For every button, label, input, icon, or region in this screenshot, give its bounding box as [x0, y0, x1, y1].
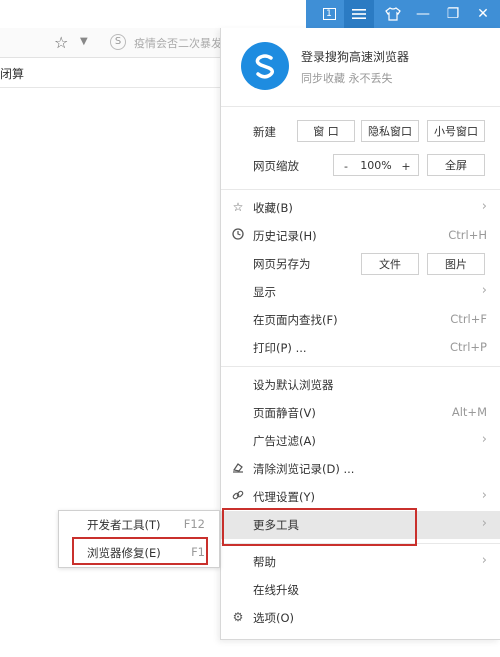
- title-bar: 1 — ❐ ✕: [0, 0, 500, 28]
- menu-item-favorites[interactable]: ☆ 收藏(B) ›: [221, 194, 500, 222]
- chevron-right-icon: ›: [481, 432, 487, 447]
- menu-item-label: 设为默认浏览器: [253, 378, 334, 392]
- chevron-right-icon: ›: [481, 283, 487, 298]
- zoom-label: 网页缩放: [253, 159, 299, 173]
- zoom-in-button[interactable]: +: [394, 155, 418, 177]
- shortcut-text: Alt+M: [451, 405, 487, 419]
- skin-button[interactable]: [378, 0, 408, 28]
- save-as-file-button[interactable]: 文件: [361, 253, 419, 275]
- menu-item-label: 历史记录(H): [253, 229, 317, 243]
- shortcut-text: Ctrl+H: [448, 228, 487, 242]
- menu-item-default-browser[interactable]: 设为默认浏览器: [221, 371, 500, 399]
- address-bar: ☆ ▼ S 疫情会否二次暴发: [0, 28, 222, 58]
- login-title[interactable]: 登录搜狗高速浏览器: [301, 48, 409, 65]
- tab-count-icon: 1: [322, 8, 336, 20]
- menu-item-label: 页面静音(V): [253, 406, 316, 420]
- shortcut-text: Ctrl+P: [449, 340, 487, 354]
- menu-item-label: 在页面内查找(F): [253, 313, 338, 327]
- small-window-button[interactable]: 小号窗口: [427, 120, 485, 142]
- bookmark-star-icon[interactable]: ☆: [54, 33, 68, 52]
- menu-item-label: 网页另存为: [253, 257, 311, 271]
- shirt-icon: [385, 7, 401, 21]
- star-icon: ☆: [232, 200, 244, 214]
- bookmark-item[interactable]: 闭算: [0, 65, 24, 82]
- menu-item-history[interactable]: 历史记录(H) Ctrl+H: [221, 222, 500, 250]
- main-menu: 登录搜狗高速浏览器 同步收藏 永不丢失 新建 窗 口 隐私窗口 小号窗口 网页缩…: [220, 28, 500, 640]
- zoom-control: - 100% +: [333, 154, 419, 176]
- menu-item-options[interactable]: ⚙ 选项(O): [221, 604, 500, 632]
- shortcut-text: Ctrl+F: [450, 312, 487, 326]
- divider: [221, 366, 500, 367]
- chevron-right-icon: ›: [481, 516, 487, 531]
- hamburger-icon: [352, 9, 366, 19]
- menu-item-upgrade[interactable]: 在线升级: [221, 576, 500, 604]
- menu-item-label: 代理设置(Y): [253, 490, 315, 504]
- chevron-right-icon: ›: [481, 553, 487, 568]
- new-window-button[interactable]: 窗 口: [297, 120, 355, 142]
- menu-item-label: 打印(P) ...: [253, 341, 307, 355]
- menu-item-find[interactable]: 在页面内查找(F) Ctrl+F: [221, 306, 500, 334]
- login-subtitle: 同步收藏 永不丢失: [301, 72, 393, 85]
- chevron-right-icon: ›: [481, 199, 487, 214]
- zoom-value: 100%: [360, 158, 392, 172]
- minimize-button[interactable]: —: [408, 0, 438, 28]
- restore-button[interactable]: ❐: [438, 0, 468, 28]
- menu-button[interactable]: [344, 0, 374, 28]
- bookmark-bar: 闭算: [0, 58, 220, 88]
- login-section[interactable]: 登录搜狗高速浏览器 同步收藏 永不丢失: [221, 28, 500, 106]
- menu-item-label: 收藏(B): [253, 201, 293, 215]
- close-icon: ✕: [477, 6, 489, 22]
- divider: [221, 106, 500, 107]
- divider: [221, 189, 500, 190]
- menu-item-label: 选项(O): [253, 611, 295, 625]
- tab-count-button[interactable]: 1: [314, 0, 344, 28]
- menu-item-print[interactable]: 打印(P) ... Ctrl+P: [221, 334, 500, 362]
- sogou-search-icon[interactable]: S: [110, 34, 126, 50]
- menu-item-save-as: 网页另存为 文件 图片: [221, 250, 500, 278]
- menu-item-label: 显示: [253, 285, 276, 299]
- menu-item-ad-filter[interactable]: 广告过滤(A) ›: [221, 427, 500, 455]
- submenu-item-label: 开发者工具(T): [87, 518, 161, 532]
- menu-item-label: 清除浏览记录(D) ...: [253, 462, 355, 476]
- restore-icon: ❐: [446, 6, 460, 22]
- window-controls-strip: 1 — ❐ ✕: [306, 0, 500, 28]
- gear-icon: ⚙: [232, 610, 244, 624]
- chevron-right-icon: ›: [481, 488, 487, 503]
- menu-item-mute[interactable]: 页面静音(V) Alt+M: [221, 399, 500, 427]
- menu-item-proxy[interactable]: 代理设置(Y) ›: [221, 483, 500, 511]
- new-label: 新建: [253, 125, 276, 139]
- submenu-item-devtools[interactable]: 开发者工具(T) F12: [59, 511, 219, 539]
- sogou-s-icon: [255, 54, 274, 79]
- eraser-icon: [231, 461, 245, 475]
- chevron-down-icon[interactable]: ▼: [80, 36, 88, 47]
- fullscreen-button[interactable]: 全屏: [427, 154, 485, 176]
- menu-item-display[interactable]: 显示 ›: [221, 278, 500, 306]
- link-icon: [231, 489, 245, 503]
- close-button[interactable]: ✕: [468, 0, 498, 28]
- save-as-image-button[interactable]: 图片: [427, 253, 485, 275]
- menu-item-help[interactable]: 帮助 ›: [221, 548, 500, 576]
- private-window-button[interactable]: 隐私窗口: [361, 120, 419, 142]
- menu-item-label: 在线升级: [253, 583, 299, 597]
- shortcut-text: F12: [183, 517, 205, 531]
- sogou-logo-icon: [241, 42, 289, 90]
- zoom-out-button[interactable]: -: [334, 155, 358, 177]
- highlight-box-more-tools: [222, 508, 417, 546]
- menu-item-label: 帮助: [253, 555, 276, 569]
- minimize-icon: —: [416, 6, 430, 22]
- clock-icon: [231, 228, 245, 242]
- menu-item-label: 广告过滤(A): [253, 434, 316, 448]
- search-hint[interactable]: 疫情会否二次暴发: [134, 35, 222, 51]
- menu-item-clear-history[interactable]: 清除浏览记录(D) ...: [221, 455, 500, 483]
- highlight-box-browser-repair: [72, 537, 208, 565]
